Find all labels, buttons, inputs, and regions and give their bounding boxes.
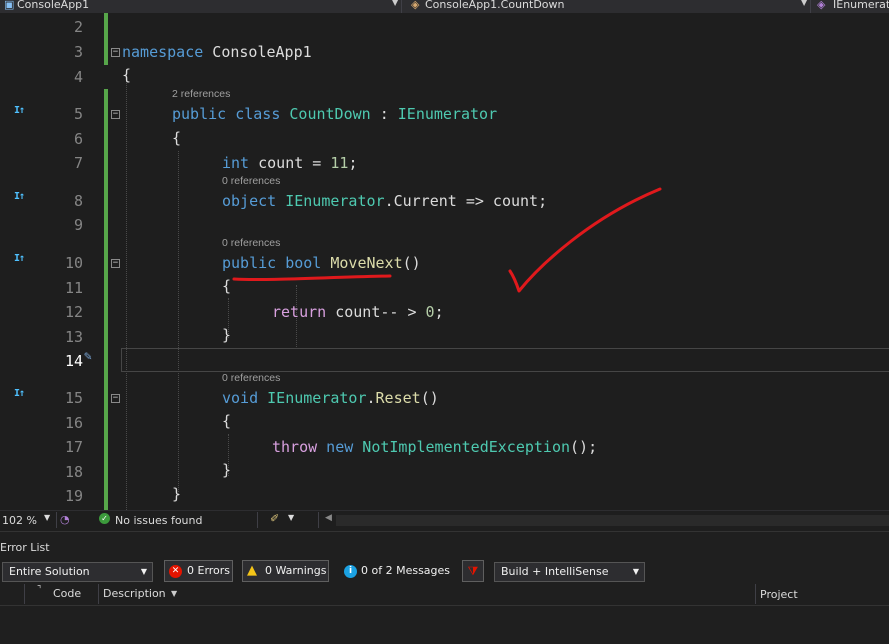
- code-cleanup-icon[interactable]: ✐: [270, 512, 279, 525]
- check-circle-icon: ✓: [99, 513, 110, 524]
- column-separator: [98, 584, 99, 604]
- column-separator: [755, 584, 756, 604]
- chevron-down-icon[interactable]: ▼: [392, 0, 398, 7]
- errors-filter-button[interactable]: ✕ 0 Errors: [164, 560, 233, 582]
- sort-icon[interactable]: ⌝: [37, 585, 41, 595]
- filter-icon[interactable]: ⧩: [462, 560, 484, 582]
- warnings-filter-button[interactable]: ▲ 0 Warnings: [242, 560, 329, 582]
- divider: [0, 605, 889, 606]
- checkmark-annotation: [508, 187, 662, 293]
- chevron-down-icon: ▼: [140, 567, 147, 576]
- chevron-down-icon[interactable]: ▼: [44, 513, 50, 522]
- chevron-down-icon[interactable]: ▼: [801, 0, 807, 7]
- annotation-overlay: [232, 187, 662, 293]
- scope-value: Entire Solution: [9, 565, 90, 578]
- scroll-left-icon[interactable]: ◀: [325, 513, 332, 523]
- underline-annotation: [232, 274, 392, 282]
- column-separator: [24, 584, 25, 604]
- copilot-icon[interactable]: ◔: [60, 513, 70, 526]
- separator: [318, 512, 319, 528]
- errors-count: 0 Errors: [187, 564, 231, 577]
- csharp-project-icon: ▣: [4, 0, 15, 11]
- type-dropdown[interactable]: ConsoleApp1.CountDown: [425, 0, 795, 13]
- column-header-project[interactable]: Project: [760, 588, 798, 601]
- warnings-count: 0 Warnings: [265, 564, 327, 577]
- panel-title: Error List: [0, 541, 50, 554]
- separator: [257, 512, 258, 528]
- build-filter-value: Build + IntelliSense: [501, 565, 609, 578]
- navigation-bar: ▣ ConsoleApp1 ▼ ◈ ConsoleApp1.CountDown …: [0, 0, 889, 13]
- chevron-down-icon[interactable]: ▼: [288, 513, 294, 522]
- messages-filter-button[interactable]: i 0 of 2 Messages: [338, 560, 452, 582]
- code-editor[interactable]: I↑ I↑ I↑ I↑ 2 3 4 5 6 7 8 9 10 11 12 13 …: [0, 13, 889, 510]
- warning-icon: ▲: [247, 563, 257, 578]
- zoom-level[interactable]: 102 %: [2, 514, 37, 527]
- class-icon: ◈: [411, 0, 420, 11]
- column-header-description[interactable]: Description: [103, 587, 166, 600]
- chevron-down-icon: ▼: [632, 567, 639, 576]
- chevron-down-icon[interactable]: ▼: [171, 589, 177, 598]
- separator: [810, 0, 811, 13]
- messages-count: 0 of 2 Messages: [361, 564, 451, 577]
- build-filter-dropdown[interactable]: Build + IntelliSense ▼: [494, 562, 645, 582]
- issues-status[interactable]: No issues found: [115, 514, 202, 527]
- error-list-panel: Error List Entire Solution ▼ ✕ 0 Errors …: [0, 531, 889, 644]
- editor-status-bar: 102 % ▼ ◔ ✓ No issues found ✐ ▼ ◀: [0, 510, 889, 530]
- separator: [56, 512, 57, 528]
- horizontal-scrollbar[interactable]: [336, 515, 889, 526]
- error-icon: ✕: [169, 565, 182, 578]
- member-icon: ◈: [817, 0, 826, 11]
- separator: [401, 0, 402, 13]
- column-header-code[interactable]: Code: [53, 587, 81, 600]
- member-dropdown[interactable]: IEnumerat: [833, 0, 889, 13]
- project-dropdown[interactable]: ConsoleApp1: [17, 0, 387, 13]
- scope-dropdown[interactable]: Entire Solution ▼: [2, 562, 153, 582]
- info-icon: i: [344, 565, 357, 578]
